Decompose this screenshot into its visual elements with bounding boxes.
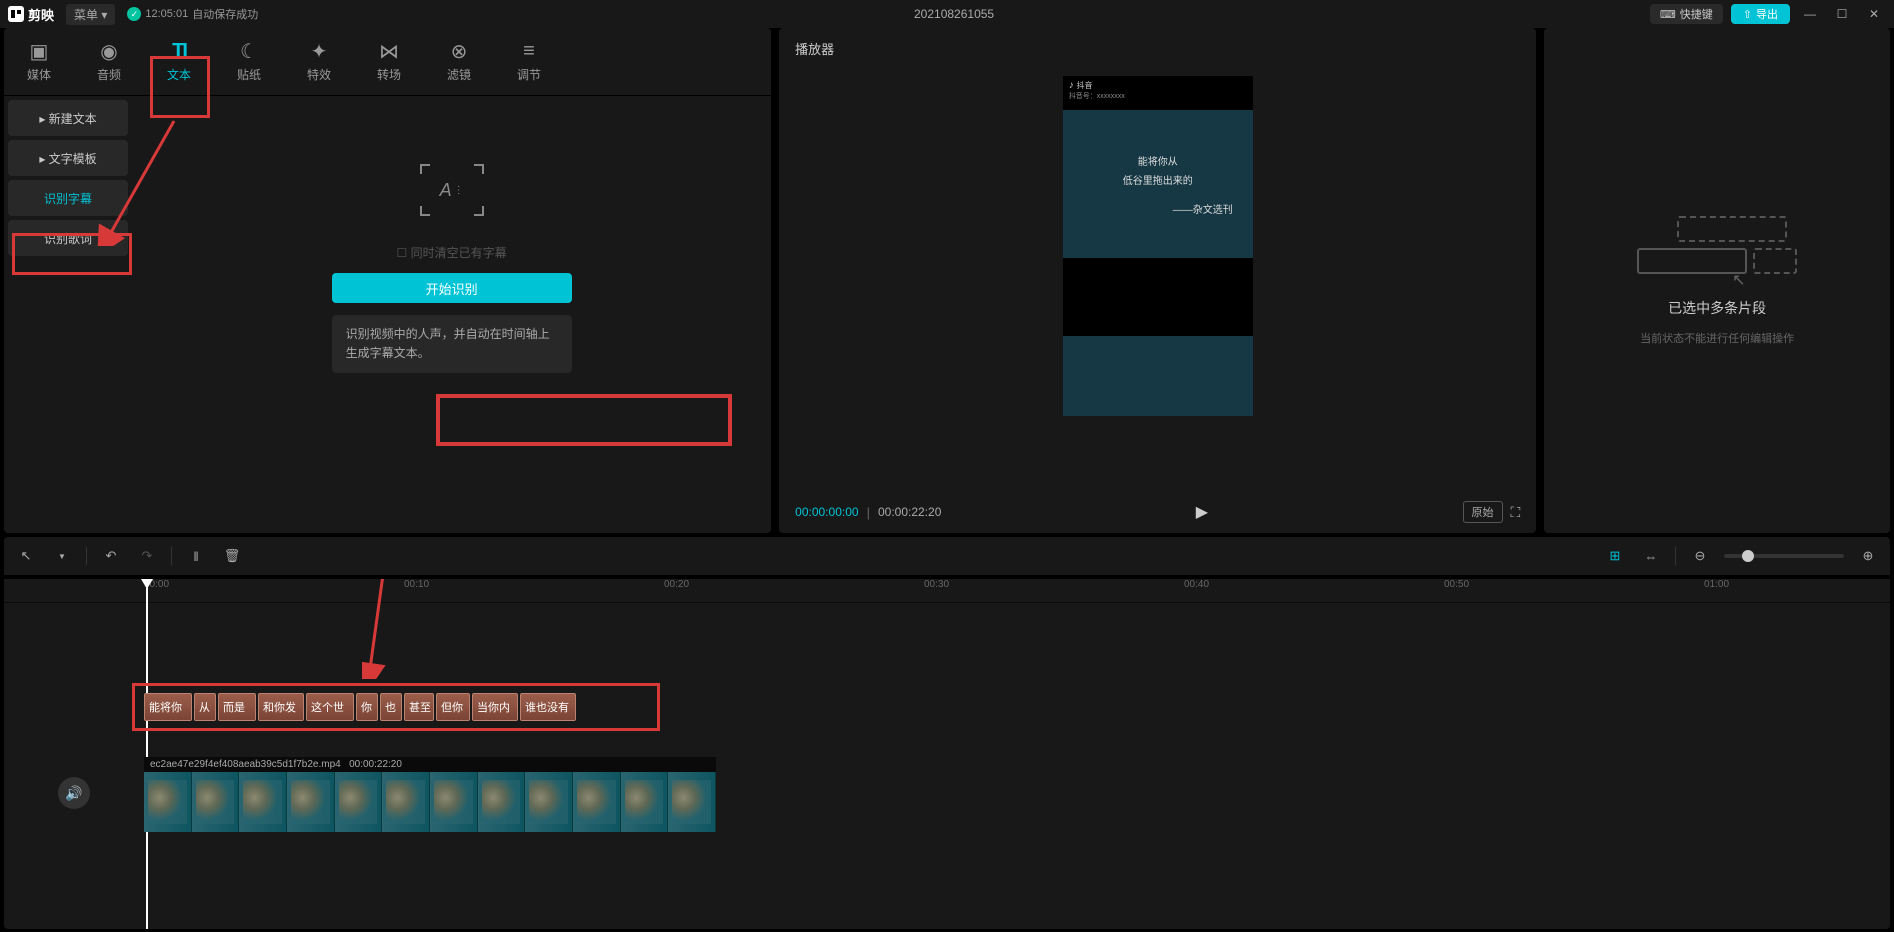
video-preview: ♪ 抖音 抖音号：xxxxxxxx 能将你从 低谷里拖出来的 ——杂文选刊 xyxy=(1063,76,1253,416)
tab-transition[interactable]: ⋈转场 xyxy=(354,28,424,95)
player-panel: 播放器 ♪ 抖音 抖音号：xxxxxxxx 能将你从 低谷里拖出来的 ——杂文选… xyxy=(779,28,1536,533)
titlebar: 剪映 菜单 ▾ ✓ 12:05:01 自动保存成功 202108261055 ⌨… xyxy=(0,0,1894,28)
original-ratio-button[interactable]: 原始 xyxy=(1463,501,1503,523)
start-recognize-button[interactable]: 开始识别 xyxy=(332,273,572,303)
app-logo: 剪映 xyxy=(8,5,54,24)
play-button[interactable]: ▶ xyxy=(949,502,1454,522)
timeline-toolbar: ↖ ▼ ↶ ↷ ‖ 🗑 ⊞ ⇔ ⊖ ⊕ xyxy=(4,537,1890,575)
split-tool[interactable]: ‖ xyxy=(184,544,208,568)
video-watermark: ♪ 抖音 抖音号：xxxxxxxx xyxy=(1063,76,1253,110)
delete-tool[interactable]: 🗑 xyxy=(220,544,244,568)
project-title: 202108261055 xyxy=(270,7,1638,21)
tab-audio[interactable]: ◉音频 xyxy=(74,28,144,95)
audio-icon: ◉ xyxy=(98,40,120,62)
tab-effect[interactable]: ✦特效 xyxy=(284,28,354,95)
keyboard-icon: ⌨ xyxy=(1660,8,1676,21)
shortcut-button[interactable]: ⌨快捷键 xyxy=(1650,4,1723,24)
properties-title: 已选中多条片段 xyxy=(1668,298,1766,318)
timeline-ruler[interactable]: 00:00 00:10 00:20 00:30 00:40 00:50 01:0… xyxy=(4,579,1890,603)
subtitle-clip[interactable]: 谁也没有 xyxy=(520,693,576,721)
total-time: 00:00:22:20 xyxy=(878,505,941,519)
fullscreen-button[interactable]: ⛶ xyxy=(1511,504,1521,521)
video-content-text: 能将你从 低谷里拖出来的 ——杂文选刊 xyxy=(1063,110,1253,258)
autosave-status: ✓ 12:05:01 自动保存成功 xyxy=(127,6,258,22)
placeholder-graphic: ↖ xyxy=(1637,216,1797,286)
redo-button[interactable]: ↷ xyxy=(135,544,159,568)
subtitle-clip[interactable]: 甚至 xyxy=(404,693,434,721)
maximize-button[interactable]: ☐ xyxy=(1830,7,1854,21)
selection-tool[interactable]: ↖ xyxy=(14,544,38,568)
sidebar-recognize-lyrics[interactable]: 识别歌词 xyxy=(8,220,128,256)
media-icon: ▣ xyxy=(28,40,50,62)
video-track: ec2ae47e29f4ef408aeab39c5d1f7b2e.mp4 00:… xyxy=(144,757,716,832)
undo-button[interactable]: ↶ xyxy=(99,544,123,568)
align-tool[interactable]: ⇔ xyxy=(1639,544,1663,568)
category-tabs: ▣媒体 ◉音频 TI文本 ☾贴纸 ✦特效 ⋈转场 ⊗滤镜 ≡调节 xyxy=(4,28,771,96)
recognize-description: 识别视频中的人声，并自动在时间轴上生成字幕文本。 xyxy=(332,315,572,373)
subtitle-clip[interactable]: 从 xyxy=(194,693,216,721)
current-time: 00:00:00:00 xyxy=(795,505,858,519)
subtitle-clip[interactable]: 这个世 xyxy=(306,693,354,721)
sticker-icon: ☾ xyxy=(238,40,260,62)
track-mute-button[interactable]: 🔊 xyxy=(58,777,90,809)
app-name: 剪映 xyxy=(28,5,54,24)
check-icon: ✓ xyxy=(127,7,141,21)
logo-icon xyxy=(8,6,24,22)
snap-toggle[interactable]: ⊞ xyxy=(1603,544,1627,568)
close-button[interactable]: ✕ xyxy=(1862,7,1886,21)
export-button[interactable]: ⇧导出 xyxy=(1731,4,1790,24)
button-highlight-annotation xyxy=(436,394,732,446)
sidebar-new-text[interactable]: ▸ 新建文本 xyxy=(8,100,128,136)
export-icon: ⇧ xyxy=(1743,8,1752,21)
player-header: 播放器 xyxy=(779,28,1536,68)
clear-existing-checkbox[interactable]: ☐ 同时清空已有字幕 xyxy=(397,244,507,261)
subtitle-clip[interactable]: 当你内 xyxy=(472,693,518,721)
tab-filter[interactable]: ⊗滤镜 xyxy=(424,28,494,95)
filter-icon: ⊗ xyxy=(448,40,470,62)
player-controls: 00:00:00:00 | 00:00:22:20 ▶ 原始 ⛶ xyxy=(779,491,1536,533)
video-clip-label: ec2ae47e29f4ef408aeab39c5d1f7b2e.mp4 00:… xyxy=(144,757,716,772)
recognize-icon: A⋮ xyxy=(422,166,482,214)
subtitle-track: 能将你 从 而是 和你发 这个世 你 也 甚至 但你 当你内 谁也没有 xyxy=(4,693,1890,733)
sidebar-text-template[interactable]: ▸ 文字模板 xyxy=(8,140,128,176)
subtitle-clip[interactable]: 你 xyxy=(356,693,378,721)
minimize-button[interactable]: — xyxy=(1798,7,1822,21)
playhead[interactable] xyxy=(146,579,148,929)
transition-icon: ⋈ xyxy=(378,40,400,62)
selection-dropdown[interactable]: ▼ xyxy=(50,544,74,568)
sidebar-recognize-subtitle[interactable]: 识别字幕 xyxy=(8,180,128,216)
tab-adjust[interactable]: ≡调节 xyxy=(494,28,564,95)
subtitle-clip[interactable]: 但你 xyxy=(436,693,470,721)
effect-icon: ✦ xyxy=(308,40,330,62)
video-clip[interactable] xyxy=(144,772,716,832)
player-viewport[interactable]: ♪ 抖音 抖音号：xxxxxxxx 能将你从 低谷里拖出来的 ——杂文选刊 xyxy=(779,68,1536,491)
adjust-icon: ≡ xyxy=(518,40,540,62)
tab-text[interactable]: TI文本 xyxy=(144,28,214,95)
properties-subtitle: 当前状态不能进行任何编辑操作 xyxy=(1640,330,1794,346)
properties-panel: ↖ 已选中多条片段 当前状态不能进行任何编辑操作 xyxy=(1544,28,1890,533)
subtitle-clip[interactable]: 能将你 xyxy=(144,693,192,721)
zoom-slider[interactable] xyxy=(1724,554,1844,558)
autosave-text: 自动保存成功 xyxy=(192,6,258,22)
subtitle-clip[interactable]: 而是 xyxy=(218,693,256,721)
timeline[interactable]: 00:00 00:10 00:20 00:30 00:40 00:50 01:0… xyxy=(4,579,1890,929)
zoom-in-button[interactable]: ⊕ xyxy=(1856,544,1880,568)
subtitle-clip[interactable]: 也 xyxy=(380,693,402,721)
autosave-time: 12:05:01 xyxy=(145,8,188,20)
tab-sticker[interactable]: ☾贴纸 xyxy=(214,28,284,95)
text-icon: TI xyxy=(168,40,190,62)
zoom-out-button[interactable]: ⊖ xyxy=(1688,544,1712,568)
tab-media[interactable]: ▣媒体 xyxy=(4,28,74,95)
material-panel: ▣媒体 ◉音频 TI文本 ☾贴纸 ✦特效 ⋈转场 ⊗滤镜 ≡调节 ▸ 新建文本 … xyxy=(4,28,771,533)
menu-button[interactable]: 菜单 ▾ xyxy=(66,4,115,25)
subtitle-clip[interactable]: 和你发 xyxy=(258,693,304,721)
text-sidebar: ▸ 新建文本 ▸ 文字模板 识别字幕 识别歌词 xyxy=(4,96,132,533)
recognize-panel: A⋮ ☐ 同时清空已有字幕 开始识别 识别视频中的人声，并自动在时间轴上生成字幕… xyxy=(132,96,771,533)
